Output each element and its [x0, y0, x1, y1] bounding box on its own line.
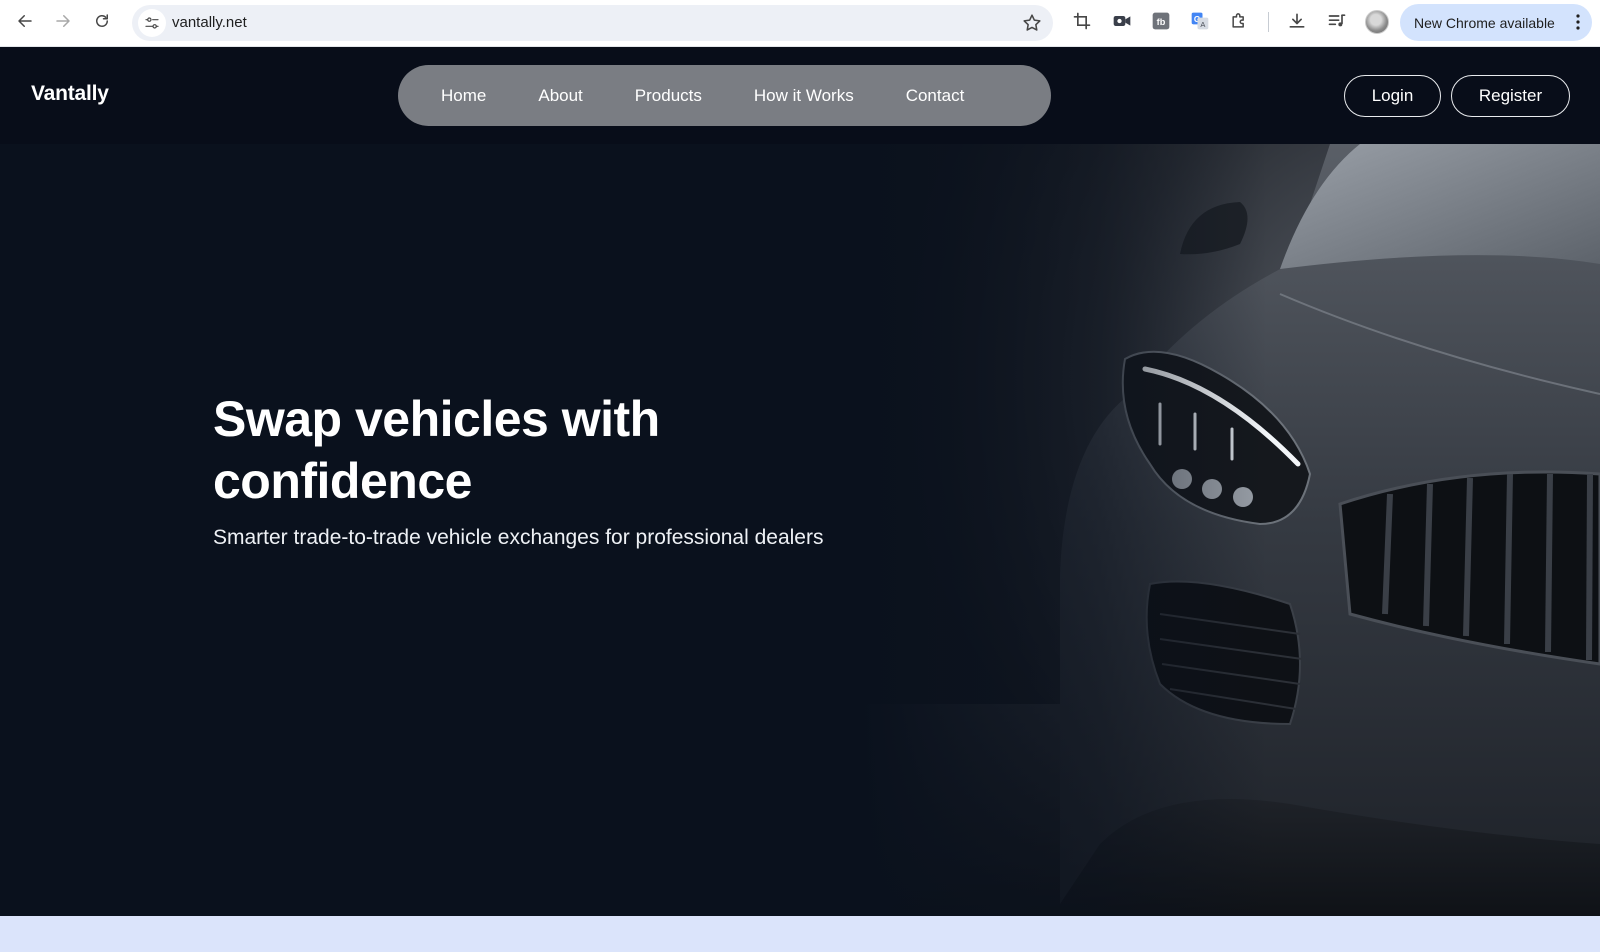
fb-extension-icon: fb	[1152, 12, 1170, 30]
nav-link-how-it-works[interactable]: How it Works	[754, 86, 854, 106]
avatar-icon[interactable]	[1365, 10, 1389, 34]
video-extension-button[interactable]	[1111, 10, 1133, 32]
crop-icon	[1073, 12, 1091, 30]
translate-extension-button[interactable]: GA	[1189, 10, 1211, 32]
download-icon	[1289, 13, 1305, 28]
screenshot-button[interactable]	[1071, 10, 1093, 32]
site-logo[interactable]: Vantally	[31, 82, 109, 106]
site-info-button[interactable]	[138, 9, 166, 37]
queue-music-icon	[1328, 14, 1346, 27]
nav-link-contact[interactable]: Contact	[906, 86, 965, 106]
toolbar-separator	[1268, 12, 1269, 32]
reload-button[interactable]	[89, 8, 115, 34]
media-controls-button[interactable]	[1326, 10, 1348, 32]
browser-toolbar: vantally.net fb GA New Chrome available	[0, 0, 1600, 47]
address-bar[interactable]: vantally.net	[132, 5, 1053, 41]
register-button[interactable]: Register	[1451, 75, 1570, 117]
hero-subtitle: Smarter trade-to-trade vehicle exchanges…	[213, 526, 824, 549]
svg-text:A: A	[1200, 20, 1205, 29]
arrow-left-icon	[18, 15, 32, 27]
next-section-edge	[0, 916, 1600, 952]
reload-icon	[96, 14, 108, 27]
fb-extension-button[interactable]: fb	[1150, 10, 1172, 32]
nav-link-about[interactable]: About	[538, 86, 582, 106]
arrow-right-icon	[56, 15, 70, 27]
back-button[interactable]	[12, 8, 38, 34]
translate-icon: GA	[1191, 12, 1209, 30]
new-chrome-available-button[interactable]: New Chrome available	[1400, 4, 1592, 41]
tune-icon	[145, 17, 159, 29]
nav-link-home[interactable]: Home	[441, 86, 486, 106]
site-header: Vantally Home About Products How it Work…	[0, 47, 1600, 144]
svg-text:fb: fb	[1157, 17, 1166, 27]
update-label: New Chrome available	[1414, 14, 1555, 31]
video-camera-icon	[1113, 16, 1131, 26]
forward-button[interactable]	[50, 8, 76, 34]
nav-link-products[interactable]: Products	[635, 86, 702, 106]
main-nav: Home About Products How it Works Contact	[398, 65, 1051, 126]
hero-section: Swap vehicles with confidence Smarter tr…	[0, 144, 1600, 916]
kebab-menu-icon	[1576, 14, 1580, 30]
downloads-button[interactable]	[1286, 10, 1308, 32]
star-icon[interactable]	[1021, 12, 1043, 34]
puzzle-icon	[1232, 13, 1244, 28]
hero-car-image	[860, 144, 1600, 916]
extensions-button[interactable]	[1228, 10, 1250, 32]
url-text[interactable]: vantally.net	[172, 14, 247, 31]
login-button[interactable]: Login	[1344, 75, 1441, 117]
hero-title: Swap vehicles with confidence	[213, 391, 660, 509]
